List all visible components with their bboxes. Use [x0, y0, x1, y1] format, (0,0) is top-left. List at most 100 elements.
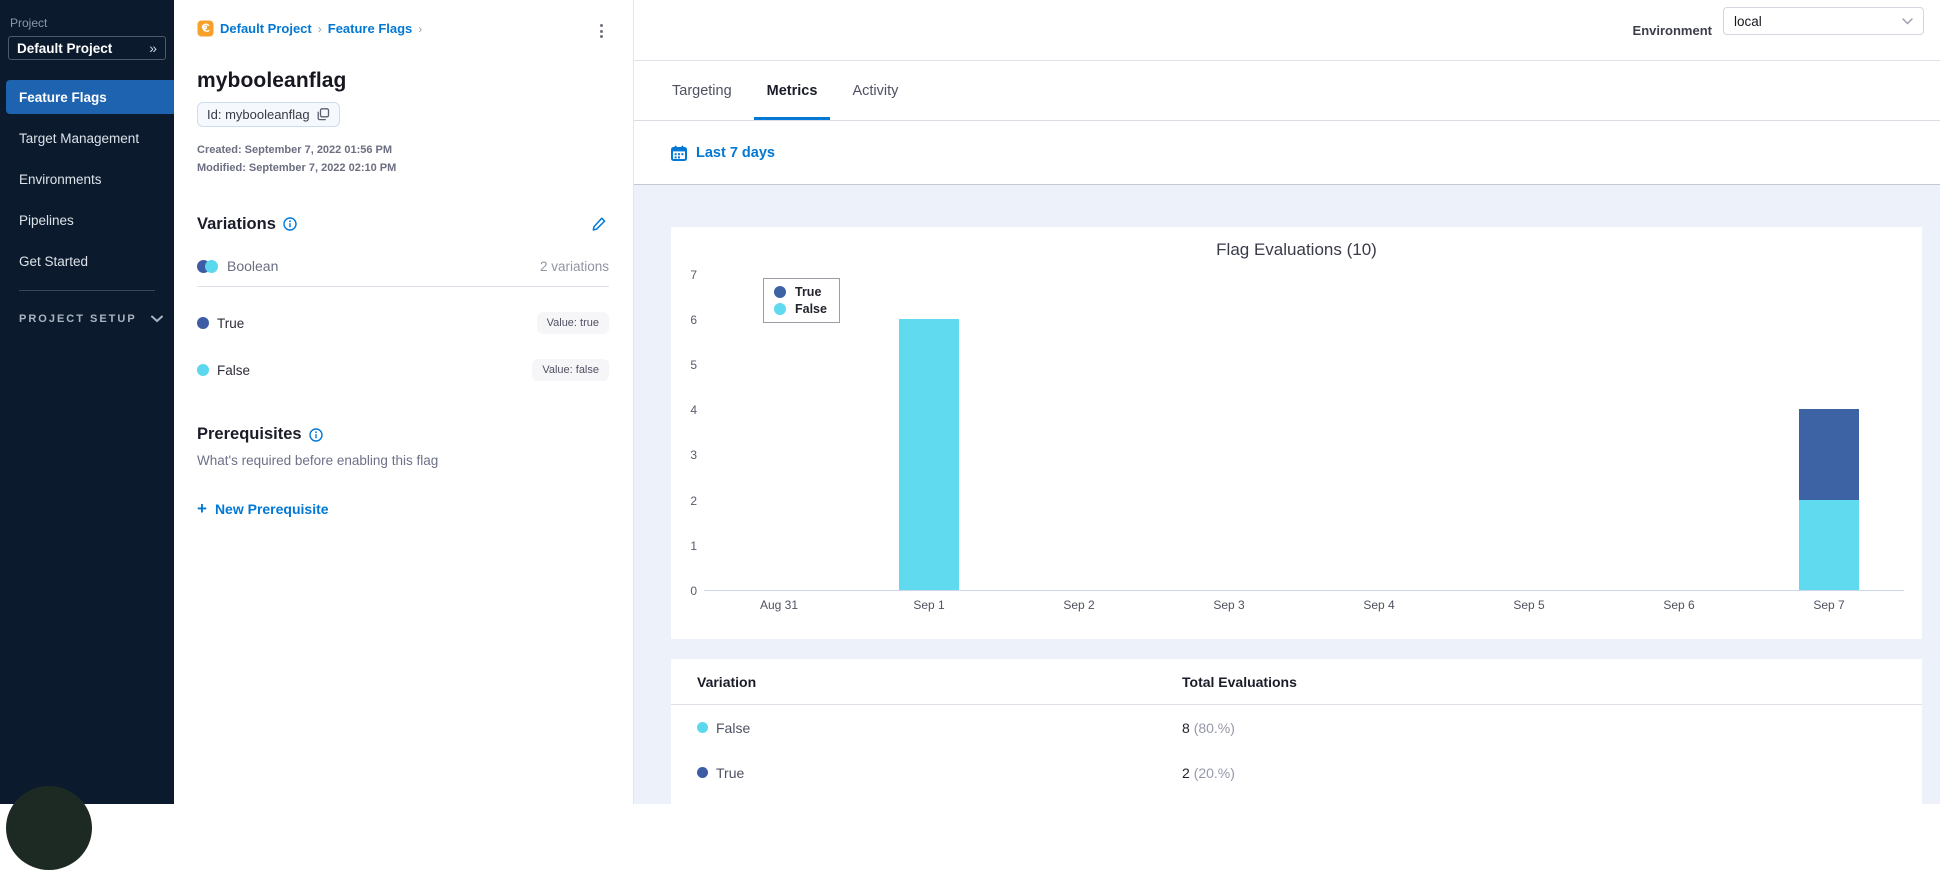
- chart-category-slot: [1754, 275, 1904, 590]
- flag-type-label: Boolean: [227, 258, 279, 274]
- sidebar-item-pipelines[interactable]: Pipelines: [0, 203, 174, 237]
- table-variation-name: False: [716, 719, 751, 736]
- table-variation-name: True: [716, 764, 745, 781]
- table-header-total: Total Evaluations: [1182, 673, 1297, 690]
- project-label: Project: [10, 16, 48, 30]
- tab-targeting[interactable]: Targeting: [659, 61, 745, 120]
- breadcrumb-feature-flags-link[interactable]: Feature Flags: [328, 21, 413, 36]
- flag-id-text: Id: mybooleanflag: [207, 107, 310, 122]
- variations-list: True Value: true False Value: false: [197, 312, 609, 381]
- y-axis-tick: 0: [690, 584, 697, 598]
- chevron-down-icon: [1902, 17, 1913, 25]
- variation-row: False Value: false: [197, 359, 609, 381]
- project-name: Default Project: [17, 40, 113, 56]
- prerequisites-description: What's required before enabling this fla…: [197, 453, 439, 468]
- x-axis-label: Sep 2: [1063, 598, 1095, 612]
- metrics-main: Environment local Targeting Metrics Activi…: [634, 0, 1940, 804]
- chart-plot: Aug 31 Sep 1 Sep 2 Sep 3 Sep 4 Sep 5 Sep 6 Sep …: [704, 275, 1904, 612]
- flag-id-chip[interactable]: Id: mybooleanflag: [197, 102, 340, 127]
- tab-activity[interactable]: Activity: [839, 61, 911, 120]
- variation-row: True Value: true: [197, 312, 609, 334]
- environment-header: Environment local: [634, 0, 1940, 61]
- x-axis-label: Sep 6: [1663, 598, 1695, 612]
- chart-title: Flag Evaluations (10): [1216, 240, 1377, 259]
- prerequisites-heading: Prerequisites: [197, 425, 302, 443]
- calendar-icon: [671, 145, 687, 161]
- chart-category-slot: [854, 275, 1004, 590]
- table-header-variation: Variation: [697, 673, 757, 690]
- metrics-content: Flag Evaluations (10) True False 0 1 2 3 4 5 6 7…: [634, 185, 1940, 804]
- environment-select[interactable]: local: [1723, 7, 1924, 35]
- tab-bar: Targeting Metrics Activity: [634, 61, 1940, 121]
- x-axis-label: Sep 3: [1213, 598, 1245, 612]
- flag-created-date: Created: September 7, 2022 01:56 PM: [197, 144, 393, 156]
- environment-label: Environment: [1632, 22, 1712, 38]
- project-setup-toggle[interactable]: PROJECT SETUP: [19, 313, 174, 325]
- variation-color-dot: [197, 317, 209, 329]
- tab-metrics[interactable]: Metrics: [753, 61, 831, 120]
- chart-category-slot: [704, 275, 854, 590]
- table-header-row: Variation Total Evaluations: [671, 659, 1922, 705]
- chart-category-slot: [1304, 275, 1454, 590]
- flag-options-menu-button[interactable]: [594, 20, 609, 42]
- variation-name: False: [217, 362, 251, 378]
- variation-name-group: False: [197, 363, 250, 378]
- bar-segment-true[interactable]: [1799, 409, 1859, 500]
- y-axis-tick: 5: [690, 358, 697, 372]
- x-axis-label: Aug 31: [759, 598, 799, 612]
- table-variation-cell: True: [697, 765, 1182, 781]
- total-percent: (80.%): [1193, 719, 1235, 736]
- edit-variations-button[interactable]: [589, 214, 609, 234]
- copy-icon[interactable]: [317, 108, 330, 121]
- y-axis-tick: 2: [690, 493, 697, 508]
- sidebar-item-feature-flags[interactable]: Feature Flags: [6, 80, 174, 114]
- y-axis-tick: 1: [690, 538, 697, 553]
- x-axis-label: Sep 5: [1513, 598, 1545, 612]
- new-prerequisite-button[interactable]: + New Prerequisite: [197, 500, 329, 517]
- y-axis-tick: 4: [690, 403, 697, 418]
- flag-modified-date: Modified: September 7, 2022 02:10 PM: [197, 162, 397, 174]
- project-selector[interactable]: Default Project »: [8, 36, 166, 60]
- total-count: 2: [1182, 764, 1194, 781]
- total-count: 8: [1182, 719, 1194, 736]
- variation-color-dot: [197, 364, 209, 376]
- variations-heading: Variations: [197, 214, 276, 233]
- variation-value-chip: Value: true: [536, 312, 609, 334]
- help-bubble[interactable]: [6, 786, 92, 870]
- breadcrumb-separator: ›: [317, 21, 322, 36]
- x-axis-label: Sep 7: [1813, 598, 1845, 612]
- bar-segment-false[interactable]: [899, 318, 959, 590]
- sidebar-nav: Feature Flags Target Management Environmen…: [0, 80, 174, 278]
- info-icon[interactable]: [283, 217, 297, 231]
- table-variation-cell: False: [697, 720, 1182, 736]
- breadcrumb-project-link[interactable]: Default Project: [220, 21, 312, 36]
- date-range-label: Last 7 days: [696, 144, 775, 161]
- table-total-cell: 2 (20.%): [1182, 765, 1896, 781]
- table-row: False 8 (80.%): [671, 705, 1922, 750]
- sidebar-item-environments[interactable]: Environments: [0, 162, 174, 196]
- table-body: False 8 (80.%) True 2 (20.%): [671, 705, 1922, 795]
- flag-title: mybooleanflag: [197, 69, 347, 92]
- sidebar-divider: [19, 290, 155, 291]
- project-setup-label: PROJECT SETUP: [19, 313, 137, 325]
- x-axis-label: Sep 1: [913, 598, 945, 612]
- chart-category-slot: [1154, 275, 1304, 590]
- sidebar: Project Default Project » Feature Flags T…: [0, 0, 174, 870]
- variation-name: True: [217, 315, 245, 331]
- variations-count: 2 variations: [539, 258, 609, 274]
- info-icon[interactable]: [308, 427, 323, 442]
- variation-name-group: True: [197, 316, 244, 331]
- chevron-down-icon: [150, 315, 163, 323]
- bar-segment-false[interactable]: [1799, 499, 1859, 590]
- breadcrumb: Default Project › Feature Flags ›: [197, 20, 422, 37]
- sidebar-item-get-started[interactable]: Get Started: [0, 244, 174, 278]
- table-row: True 2 (20.%): [671, 750, 1922, 795]
- x-axis-label: Sep 4: [1363, 598, 1395, 612]
- date-range-filter[interactable]: Last 7 days: [634, 121, 1940, 185]
- chart-category-slot: [1604, 275, 1754, 590]
- table-total-cell: 8 (80.%): [1182, 720, 1896, 736]
- sidebar-item-target-management[interactable]: Target Management: [0, 121, 174, 155]
- chart-y-axis: 0 1 2 3 4 5 6 7: [671, 268, 699, 598]
- feature-flags-module-icon: [197, 20, 214, 37]
- variation-color-dot: [697, 722, 708, 733]
